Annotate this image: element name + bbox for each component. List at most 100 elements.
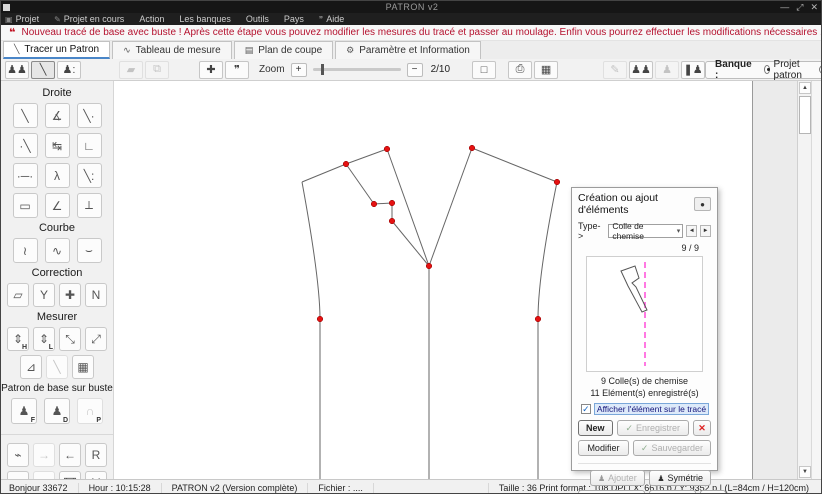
- type-label: Type->: [578, 221, 605, 241]
- tab-plan-de-coupe[interactable]: ▤Plan de coupe: [234, 41, 333, 59]
- tool-mesurer-grille[interactable]: ▦: [72, 355, 94, 379]
- tool-frame[interactable]: ▯: [7, 471, 29, 479]
- tool-r-icon: R: [92, 448, 101, 462]
- menu-aide[interactable]: ❞Aide: [319, 14, 344, 24]
- line-draw-tool[interactable]: ╲: [31, 61, 55, 79]
- modifier-button[interactable]: Modifier: [578, 440, 629, 456]
- ajouter-label: Ajouter: [608, 473, 637, 483]
- panel-menu-button[interactable]: ●: [694, 197, 711, 211]
- symetrie-button[interactable]: ♟ Symétrie: [649, 470, 711, 486]
- tool-courbe-arc[interactable]: ⌣: [77, 238, 102, 263]
- new-button[interactable]: New: [578, 420, 613, 436]
- tab-parametre-et-information[interactable]: ⚙Paramètre et Information: [335, 41, 481, 59]
- tool-correction-move[interactable]: ✚: [59, 283, 81, 307]
- tool-droite-fork[interactable]: λ: [45, 163, 70, 188]
- move-tool[interactable]: ✚: [199, 61, 223, 79]
- show-element-checkbox[interactable]: ✓: [581, 404, 591, 414]
- tool-mesurer-courbe[interactable]: ⤢: [85, 327, 107, 351]
- prev-element-button[interactable]: ◄: [686, 225, 697, 237]
- tool-droite-rectangle-icon: ▭: [19, 199, 30, 213]
- tool-mesurer-equerre[interactable]: ⊿: [20, 355, 42, 379]
- tool-droite-h-line[interactable]: ·─·: [13, 163, 38, 188]
- section-title-droite: Droite: [1, 87, 113, 99]
- menu-pays[interactable]: Pays: [284, 14, 304, 24]
- tool-droite-perpendicular[interactable]: ⟂: [77, 193, 102, 218]
- tool-courbe-wave[interactable]: ∿: [45, 238, 70, 263]
- ok-button[interactable]: Ok.: [700, 490, 726, 494]
- tool-mesurer-longueur-icon: ⇕: [39, 332, 49, 346]
- tool-mesurer-hauteur[interactable]: ⇕H: [7, 327, 29, 351]
- tool-buste-face-icon: ♟: [19, 404, 30, 418]
- menu-projet-en-cours[interactable]: ✎Projet en cours: [54, 14, 124, 24]
- scroll-down-button[interactable]: ▼: [799, 466, 811, 478]
- pattern-point: [343, 161, 349, 167]
- zoom-slider-thumb[interactable]: [321, 64, 324, 75]
- tool-droite-line[interactable]: ╲: [13, 103, 38, 128]
- tab-tableau-de-mesure[interactable]: ∿Tableau de mesure: [112, 41, 232, 59]
- grid-button[interactable]: ▦: [534, 61, 558, 79]
- zoom-out-button[interactable]: −: [407, 63, 423, 77]
- scroll-up-button[interactable]: ▲: [799, 82, 811, 94]
- tool-correction-mirror[interactable]: N: [85, 283, 107, 307]
- close-button[interactable]: ✕: [810, 2, 818, 13]
- menu-projet-en-cours-icon: ✎: [54, 15, 61, 24]
- tool-m[interactable]: M: [85, 471, 107, 479]
- tool-droite-line-point-icon: ╲·: [83, 109, 94, 123]
- tool-buste-dos[interactable]: ♟D: [44, 398, 70, 424]
- restore-button[interactable]: ⤢: [796, 2, 803, 13]
- tool-mesurer-equerre-icon: ⊿: [26, 360, 36, 374]
- zoom-slider[interactable]: [313, 68, 401, 71]
- tool-buste-face[interactable]: ♟F: [11, 398, 37, 424]
- tool-correction-junction[interactable]: Y: [33, 283, 55, 307]
- menu-les-banques[interactable]: Les banques: [179, 14, 231, 24]
- print-button[interactable]: ⎙: [508, 61, 532, 79]
- vertical-scrollbar[interactable]: ▲ ▼: [797, 81, 811, 479]
- tool-guide-line[interactable]: ⌁: [7, 443, 29, 467]
- zoom-in-button[interactable]: +: [291, 63, 307, 77]
- scrollbar-thumb[interactable]: [799, 96, 811, 134]
- tool-droite-line-angle[interactable]: ∡: [45, 103, 70, 128]
- tool-droite-marked-line[interactable]: ╲:: [77, 163, 102, 188]
- close-panel-button[interactable]: ✕: [693, 420, 711, 436]
- tool-mesurer-ligne-icon: ╲: [53, 360, 60, 374]
- minimize-button[interactable]: —: [780, 2, 789, 13]
- tool-courbe-s[interactable]: ≀: [13, 238, 38, 263]
- tool-correction-piece[interactable]: ▱: [7, 283, 29, 307]
- tool-r[interactable]: R: [85, 443, 107, 467]
- tool-droite-fork-icon: λ: [54, 169, 60, 183]
- tool-mesurer-segment[interactable]: ⤡: [59, 327, 81, 351]
- tool-droite-angle[interactable]: ∠: [45, 193, 70, 218]
- radio-projet-patron-radio[interactable]: [764, 65, 770, 74]
- tab-tracer-un-patron-icon: ╲: [14, 44, 19, 55]
- buste-points-tool[interactable]: ♟:: [57, 61, 81, 79]
- tool-droite-axis[interactable]: ↹: [45, 133, 70, 158]
- type-select[interactable]: Colle de chemise ▾: [608, 224, 683, 238]
- frame-tool[interactable]: □: [472, 61, 496, 79]
- annuler-button[interactable]: Annuler: [649, 490, 696, 494]
- tool-buste-p: ∩P: [77, 398, 103, 424]
- tool-forward: →: [33, 443, 55, 467]
- tab-tracer-un-patron[interactable]: ╲Tracer un Patron: [3, 41, 110, 59]
- buste-duo-tool[interactable]: ♟♟: [629, 61, 653, 79]
- next-element-button[interactable]: ►: [700, 225, 711, 237]
- tool-droite-line-point[interactable]: ╲·: [77, 103, 102, 128]
- radio-projet-patron[interactable]: Projet patron: [764, 59, 805, 81]
- menu-projet[interactable]: ▣Projet: [5, 14, 39, 24]
- status-hour: Hour : 10:15:28: [79, 483, 162, 493]
- tool-mesurer-longueur[interactable]: ⇕L: [33, 327, 55, 351]
- buste-pair-tool[interactable]: ♟♟: [5, 61, 29, 79]
- ajouter-button: ♟ Ajouter: [590, 470, 645, 486]
- buste-line-tool[interactable]: ❚♟: [681, 61, 705, 79]
- tool-droite-point-line[interactable]: ·╲: [13, 133, 38, 158]
- supprimer-button[interactable]: ✕ supprimer: [578, 490, 645, 494]
- menu-outils[interactable]: Outils: [246, 14, 269, 24]
- tool-mesurer-courbe-icon: ⤢: [91, 332, 101, 347]
- tool-back[interactable]: ←: [59, 443, 81, 467]
- check-icon: ✓: [582, 405, 590, 414]
- comment-tool[interactable]: ❞: [225, 61, 249, 79]
- menu-action[interactable]: Action: [139, 14, 164, 24]
- tool-droite-corner[interactable]: ∟: [77, 133, 102, 158]
- buste-single-tool: ♟: [655, 61, 679, 79]
- tool-droite-rectangle[interactable]: ▭: [13, 193, 38, 218]
- tool-delete[interactable]: ⌧: [59, 471, 81, 479]
